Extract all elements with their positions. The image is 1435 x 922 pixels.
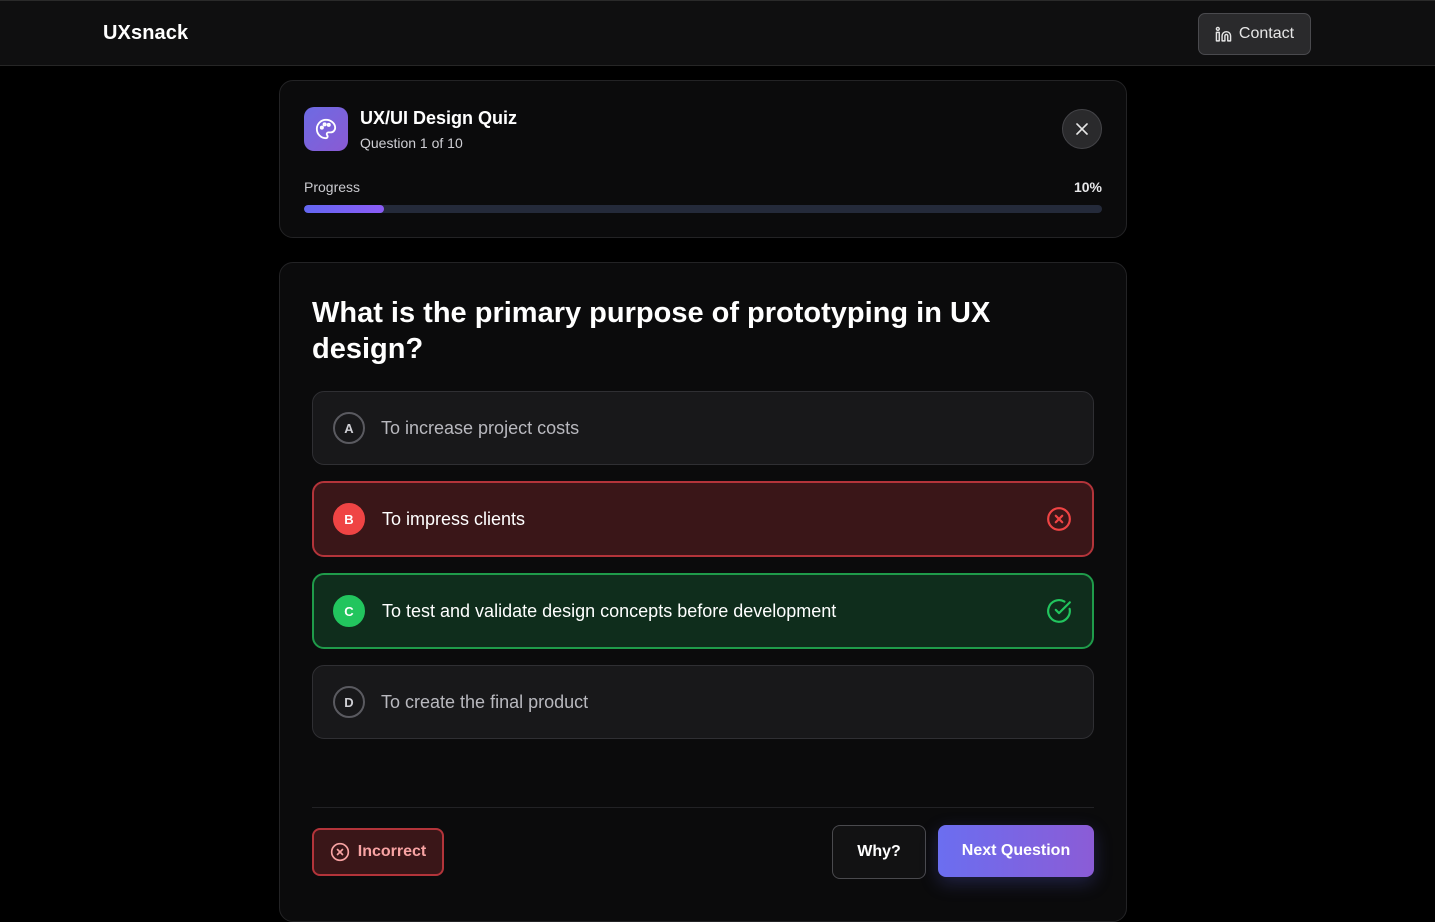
option-letter-badge: B	[333, 503, 365, 535]
option-text: To impress clients	[382, 508, 526, 529]
progress-fill	[304, 205, 384, 213]
why-button[interactable]: Why?	[832, 825, 926, 879]
status-label: Incorrect	[357, 843, 427, 860]
palette-icon	[315, 118, 337, 140]
answer-option-b[interactable]: B To impress clients	[312, 481, 1094, 557]
option-text: To test and validate design concepts bef…	[382, 600, 837, 621]
quiz-header-card: UX/UI Design Quiz Question 1 of 10 Progr…	[279, 80, 1127, 238]
progress-label: Progress	[304, 179, 361, 195]
option-letter-badge: A	[333, 412, 365, 444]
next-question-button[interactable]: Next Question	[938, 825, 1094, 877]
question-text: What is the primary purpose of prototypi…	[312, 297, 991, 365]
option-text: To increase project costs	[381, 417, 580, 438]
progress-bar	[304, 205, 1102, 213]
answer-option-d[interactable]: D To create the final product	[312, 665, 1094, 739]
close-icon	[1076, 123, 1088, 135]
linkedin-icon	[1215, 26, 1232, 42]
option-letter-badge: C	[333, 595, 365, 627]
answer-option-a[interactable]: A To increase project costs	[312, 391, 1094, 465]
contact-button[interactable]: Contact	[1198, 13, 1311, 55]
brand-logo[interactable]: UXsnack	[103, 22, 188, 45]
check-circle-icon	[1047, 599, 1071, 623]
result-status-badge: Incorrect	[312, 828, 444, 876]
x-circle-icon	[1047, 507, 1071, 531]
top-navbar: UXsnack Contact	[0, 0, 1435, 66]
quiz-title: UX/UI Design Quiz	[360, 108, 518, 128]
question-card: What is the primary purpose of prototypi…	[279, 262, 1127, 922]
option-text: To create the final product	[381, 691, 589, 712]
progress-percent: 10%	[1073, 179, 1102, 195]
footer-divider	[312, 807, 1094, 808]
answer-option-c[interactable]: C To test and validate design concepts b…	[312, 573, 1094, 649]
close-quiz-button[interactable]	[1062, 109, 1102, 149]
quiz-badge	[304, 107, 348, 151]
x-circle-icon	[330, 842, 349, 862]
question-counter: Question 1 of 10	[360, 135, 463, 151]
contact-label: Contact	[1238, 25, 1295, 42]
option-letter-badge: D	[333, 686, 365, 718]
